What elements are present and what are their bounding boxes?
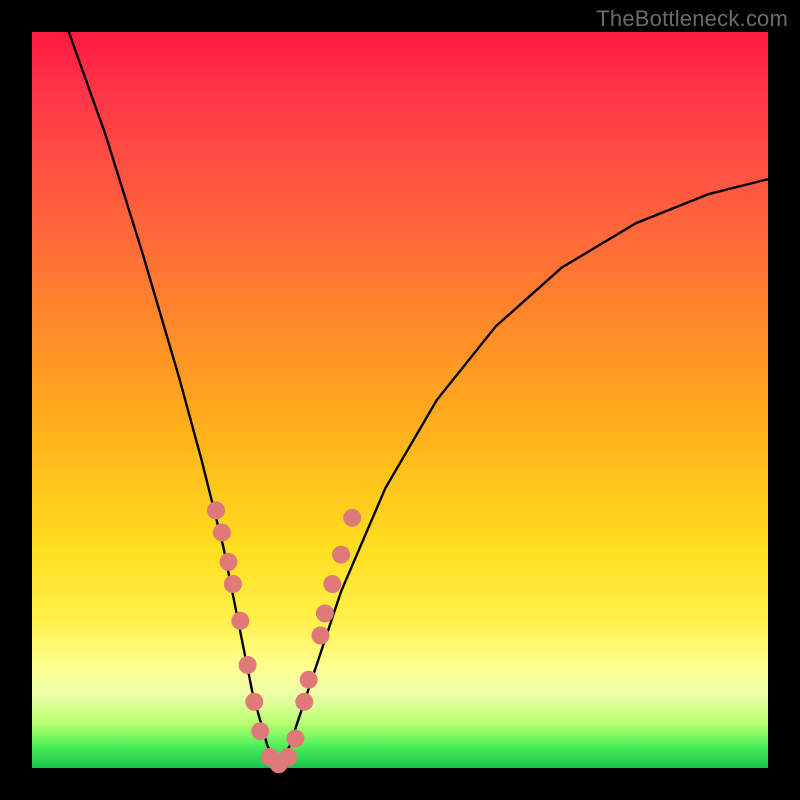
bottleneck-curve — [69, 32, 768, 768]
curve-marker — [239, 656, 257, 674]
curve-marker — [224, 575, 242, 593]
curve-marker — [279, 748, 297, 766]
curve-marker — [287, 730, 305, 748]
curve-marker — [343, 509, 361, 527]
curve-marker — [312, 627, 330, 645]
curve-marker — [231, 612, 249, 630]
chart-frame: TheBottleneck.com — [0, 0, 800, 800]
curve-layer — [32, 32, 768, 768]
curve-marker — [213, 524, 231, 542]
curve-marker — [220, 553, 238, 571]
plot-area — [32, 32, 768, 768]
curve-markers — [207, 501, 361, 773]
curve-marker — [207, 501, 225, 519]
curve-marker — [316, 604, 334, 622]
curve-marker — [295, 693, 313, 711]
curve-marker — [332, 546, 350, 564]
curve-marker — [251, 722, 269, 740]
watermark-text: TheBottleneck.com — [596, 6, 788, 32]
curve-marker — [300, 671, 318, 689]
curve-marker — [245, 693, 263, 711]
curve-marker — [323, 575, 341, 593]
